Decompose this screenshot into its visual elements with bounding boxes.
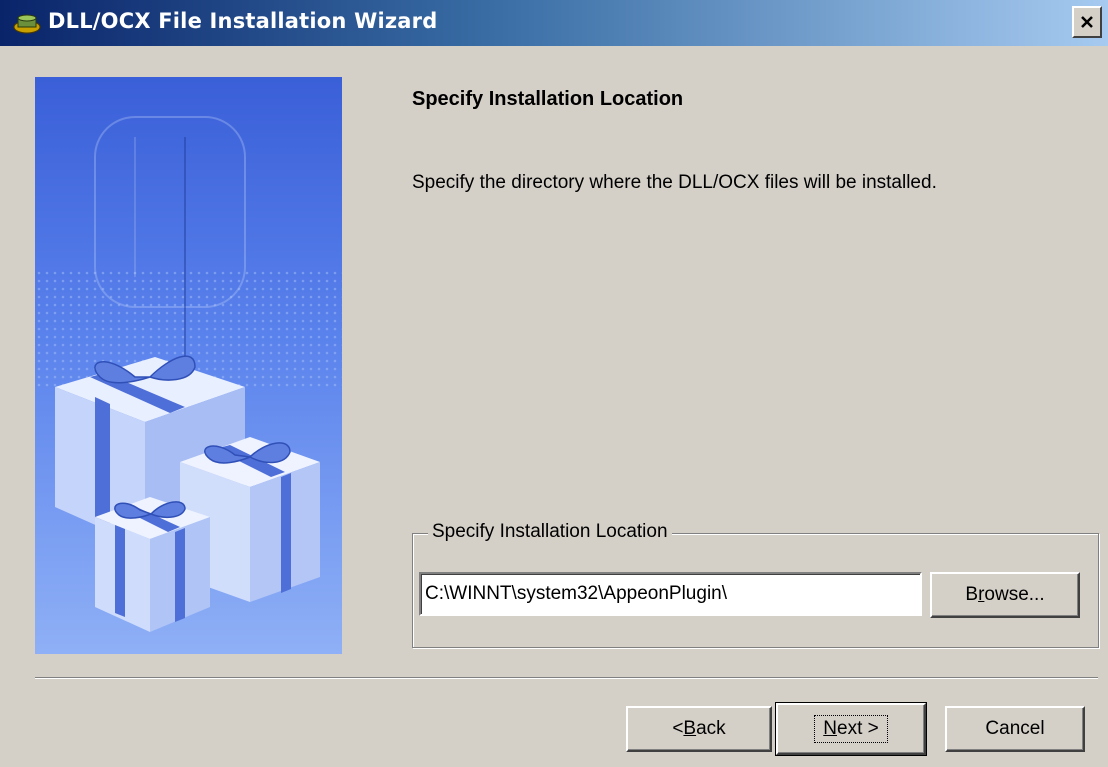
cancel-button[interactable]: Cancel xyxy=(945,706,1085,752)
wizard-side-image xyxy=(35,77,342,654)
installation-path-input[interactable] xyxy=(419,572,922,616)
back-label-mnemonic: B xyxy=(683,718,697,739)
next-button[interactable]: Next > xyxy=(775,702,927,756)
wizard-window: DLL/OCX File Installation Wizard Specify… xyxy=(0,0,1108,767)
button-separator xyxy=(35,677,1098,679)
next-focus-rect: Next > xyxy=(814,715,888,743)
browse-label-pre: B xyxy=(965,584,979,605)
browse-label-post: owse... xyxy=(984,584,1045,605)
window-title: DLL/OCX File Installation Wizard xyxy=(48,9,438,33)
browse-button[interactable]: Br owse... xyxy=(930,572,1080,618)
page-heading: Specify Installation Location xyxy=(412,88,684,110)
next-label-post: ext > xyxy=(837,718,879,739)
page-description: Specify the directory where the DLL/OCX … xyxy=(412,172,937,193)
next-label-mnemonic: N xyxy=(823,718,837,739)
installer-icon xyxy=(13,14,41,34)
back-label-post: ack xyxy=(696,718,726,739)
close-button[interactable] xyxy=(1072,6,1102,38)
back-label-pre: < xyxy=(672,718,684,739)
back-button[interactable]: < Back xyxy=(626,706,772,752)
cancel-label: Cancel xyxy=(985,718,1045,739)
close-icon xyxy=(1081,16,1093,28)
title-bar[interactable]: DLL/OCX File Installation Wizard xyxy=(0,0,1108,46)
group-legend: Specify Installation Location xyxy=(428,521,672,543)
